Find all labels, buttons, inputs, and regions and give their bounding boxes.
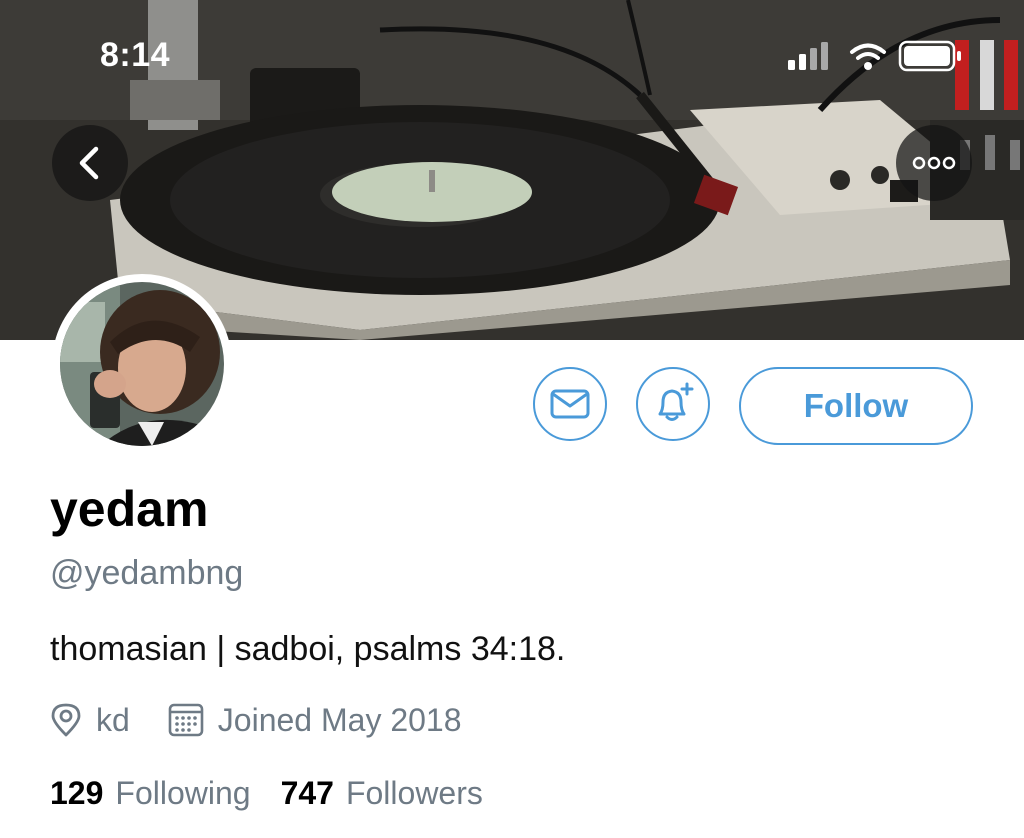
more-options-button[interactable] <box>896 125 972 201</box>
calendar-icon <box>168 703 204 737</box>
status-bar-icons <box>788 40 961 72</box>
chevron-left-icon <box>79 146 99 180</box>
display-name: yedam <box>50 481 209 537</box>
wifi-icon <box>850 43 886 70</box>
joined-text: Joined May 2018 <box>217 701 462 738</box>
profile-joined-date: Joined May 2018 <box>168 702 462 739</box>
profile-bio: thomasian | sadboi, psalms 34:18. <box>50 630 566 668</box>
message-button[interactable] <box>533 367 607 441</box>
battery-icon <box>898 40 961 72</box>
followers-stat[interactable]: 747 Followers <box>281 775 483 812</box>
followers-label: Followers <box>345 775 483 811</box>
following-stat[interactable]: 129 Following <box>50 775 251 812</box>
location-text: kd <box>96 701 130 738</box>
follow-button[interactable]: Follow <box>739 367 973 445</box>
following-label: Following <box>115 775 251 811</box>
avatar-photo <box>60 282 224 446</box>
ellipsis-icon <box>912 156 956 170</box>
envelope-icon <box>550 389 590 419</box>
following-count: 129 <box>50 775 104 811</box>
avatar[interactable] <box>52 274 232 454</box>
status-bar-time: 8:14 <box>100 36 171 74</box>
notifications-button[interactable] <box>636 367 710 441</box>
profile-location: kd <box>50 702 130 739</box>
bell-plus-icon <box>658 382 694 421</box>
back-button[interactable] <box>52 125 128 201</box>
followers-count: 747 <box>280 775 334 811</box>
profile-meta-row: kd Joined May 2018 <box>50 700 462 740</box>
follow-stats: 129 Following 747 Followers <box>50 775 513 812</box>
user-handle: @yedambng <box>50 554 244 592</box>
location-pin-icon <box>51 703 81 737</box>
cellular-signal-icon <box>788 42 828 70</box>
